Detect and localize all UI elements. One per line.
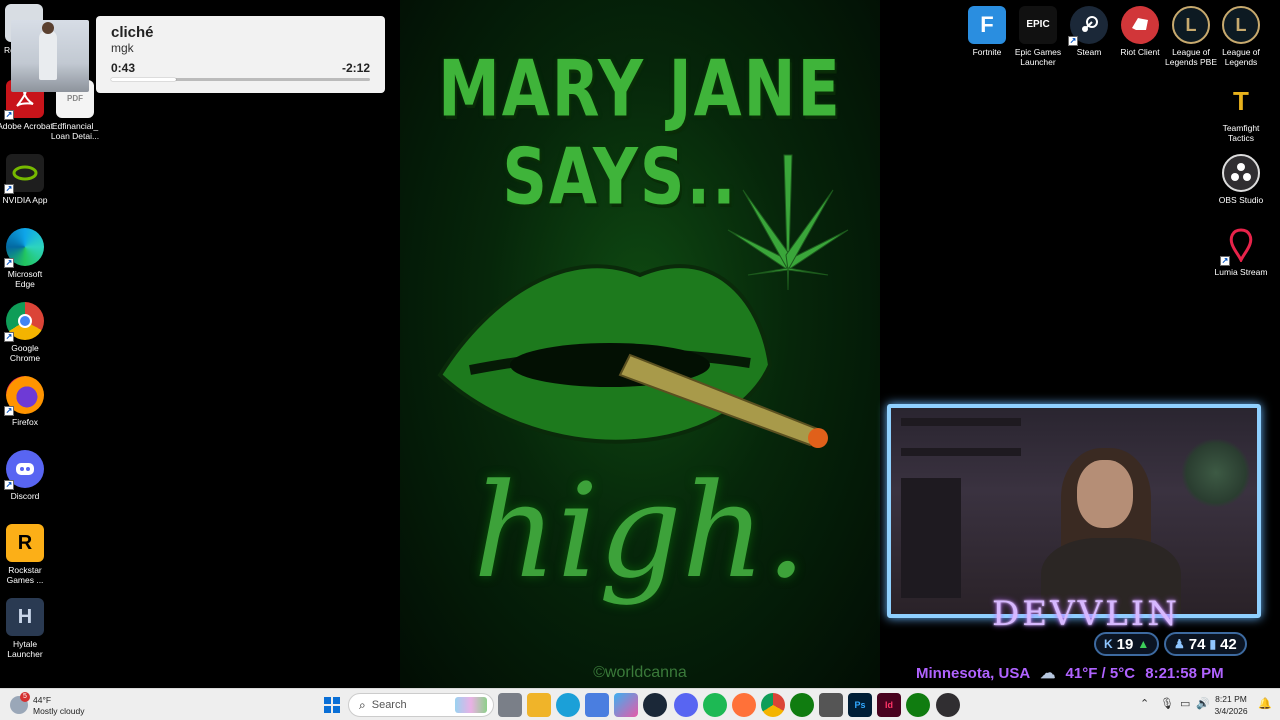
microphone-icon[interactable]: 🎙 xyxy=(1160,697,1174,710)
playback-progress-bar[interactable] xyxy=(111,78,370,81)
taskbar-clock[interactable]: 8:21 PM 3/4/2026 xyxy=(1207,693,1255,717)
location-text: Minnesota, USA xyxy=(916,665,1031,682)
firefox-taskbar-button[interactable] xyxy=(732,693,756,717)
taskbar: 5 44°F Mostly cloudy ⌕ Search Ps Id ⌃ 🎙 … xyxy=(0,688,1280,720)
chrome-taskbar-button[interactable] xyxy=(761,693,785,717)
search-placeholder: Search xyxy=(371,699,407,711)
edge-taskbar-button[interactable] xyxy=(556,693,580,717)
search-highlight-art xyxy=(455,697,487,713)
xbox-taskbar-button[interactable] xyxy=(790,693,814,717)
discord-icon: ↗ xyxy=(4,450,44,490)
desktop-icon-hytale-launcher[interactable]: H Hytale Launcher xyxy=(0,598,53,659)
desktop-icon-fortnite[interactable]: F Fortnite xyxy=(959,6,1015,57)
notification-badge: 5 xyxy=(20,692,30,702)
hytale-icon: H xyxy=(6,598,44,636)
stream-clock: 8:21:58 PM xyxy=(1145,665,1224,682)
cloud-rain-icon: ☁ xyxy=(1040,665,1056,682)
now-playing-widget[interactable]: cliché mgk 0:43 -2:12 xyxy=(96,16,385,93)
webcam-feed xyxy=(887,404,1261,618)
stat-pill-followers: ♟ 74 ▮ 42 xyxy=(1164,632,1247,656)
weather-text: 41°F / 5°C xyxy=(1065,665,1136,682)
weather-temp: 44°F xyxy=(33,695,52,705)
discord-taskbar-button[interactable] xyxy=(674,693,698,717)
copilot-taskbar-button[interactable] xyxy=(614,693,638,717)
stream-info-bar: Minnesota, USA ☁ 41°F / 5°C 8:21:58 PM xyxy=(916,664,1230,682)
wallpaper-title-line1: MARY JANE xyxy=(438,42,842,135)
song-title: cliché xyxy=(111,24,154,41)
steam-icon: ↗ xyxy=(1068,6,1108,46)
riot-client-icon xyxy=(1121,6,1159,44)
desktop-icon-discord[interactable]: ↗ Discord xyxy=(0,450,53,501)
chevron-up-icon[interactable]: ⌃ xyxy=(1140,697,1149,710)
start-button[interactable] xyxy=(320,693,344,717)
chrome-icon: ↗ xyxy=(4,302,44,342)
desktop-icon-rockstar-games[interactable]: R Rockstar Games ... xyxy=(0,524,53,585)
search-icon: ⌕ xyxy=(359,697,366,712)
desktop-icon-google-chrome[interactable]: ↗ Google Chrome xyxy=(0,302,53,363)
song-artist: mgk xyxy=(111,41,134,55)
lol-icon: L xyxy=(1222,6,1260,44)
xbox-app-taskbar-button[interactable] xyxy=(906,693,930,717)
kick-icon: K xyxy=(1104,637,1113,651)
desktop: MARY JANE SAYS.. high. ©worldcanna Re ↗ … xyxy=(0,0,1280,688)
obs-taskbar-button[interactable] xyxy=(936,693,960,717)
rockstar-icon: R xyxy=(6,524,44,562)
fortnite-icon: F xyxy=(968,6,1006,44)
lumia-icon: ↗ xyxy=(1220,226,1260,266)
desktop-icon-steam[interactable]: ↗ Steam xyxy=(1061,6,1117,57)
streamer-name: DEVVLIN xyxy=(992,594,1180,634)
desktop-icon-epic-games[interactable]: EPIC Epic Games Launcher xyxy=(1010,6,1066,67)
network-icon[interactable]: ▭ xyxy=(1180,697,1190,710)
firefox-icon: ↗ xyxy=(4,376,44,416)
notifications-bell-icon[interactable]: 🔔 xyxy=(1258,697,1272,710)
weather-desc: Mostly cloudy xyxy=(33,706,85,716)
tft-icon: T xyxy=(1233,86,1249,116)
desktop-icon-nvidia-app[interactable]: ↗ NVIDIA App xyxy=(0,154,53,205)
desktop-icon-obs-studio[interactable]: OBS Studio xyxy=(1213,154,1269,205)
steam-taskbar-button[interactable] xyxy=(643,693,667,717)
wallpaper-high-text: high. xyxy=(473,455,807,607)
stat-pill-kick: K 19 ▲ xyxy=(1094,632,1160,656)
bar-chart-icon: ▮ xyxy=(1209,637,1217,651)
windows-icon xyxy=(324,697,340,713)
photoshop-taskbar-button[interactable]: Ps xyxy=(848,693,872,717)
wallpaper: MARY JANE SAYS.. high. ©worldcanna xyxy=(400,0,880,688)
clock-time: 8:21 PM xyxy=(1215,694,1247,704)
desktop-icon-teamfight-tactics[interactable]: T Teamfight Tactics xyxy=(1213,82,1269,143)
clock-date: 3/4/2026 xyxy=(1214,706,1248,716)
desktop-icon-microsoft-edge[interactable]: ↗ Microsoft Edge xyxy=(0,228,53,289)
indesign-taskbar-button[interactable]: Id xyxy=(877,693,901,717)
nvidia-icon: ↗ xyxy=(4,154,44,194)
album-art xyxy=(11,20,89,92)
wallpaper-credit: ©worldcanna xyxy=(593,664,687,681)
edge-icon: ↗ xyxy=(4,228,44,268)
task-view-button[interactable] xyxy=(498,693,522,717)
file-explorer-button[interactable] xyxy=(527,693,551,717)
desktop-icon-lol-pbe[interactable]: L League of Legends PBE xyxy=(1163,6,1219,67)
desktop-icon-firefox[interactable]: ↗ Firefox xyxy=(0,376,53,427)
desktop-icon-riot-client[interactable]: Riot Client xyxy=(1112,6,1168,57)
taskbar-search[interactable]: ⌕ Search xyxy=(348,693,494,717)
obs-icon xyxy=(1222,154,1260,192)
playback-progress-fill xyxy=(111,78,176,81)
elapsed-time: 0:43 xyxy=(111,61,136,75)
desktop-icon-lumia-stream[interactable]: ↗ Lumia Stream xyxy=(1213,226,1269,277)
arrow-up-icon: ▲ xyxy=(1137,637,1150,651)
epic-games-icon: EPIC xyxy=(1019,6,1057,44)
lol-pbe-icon: L xyxy=(1172,6,1210,44)
spotify-taskbar-button[interactable] xyxy=(703,693,727,717)
desktop-icon-lol[interactable]: L League of Legends xyxy=(1213,6,1269,67)
store-taskbar-button[interactable] xyxy=(585,693,609,717)
person-icon: ♟ xyxy=(1174,637,1185,651)
leaf-icon xyxy=(727,154,849,291)
remaining-time: -2:12 xyxy=(341,61,370,75)
snipping-taskbar-button[interactable] xyxy=(819,693,843,717)
